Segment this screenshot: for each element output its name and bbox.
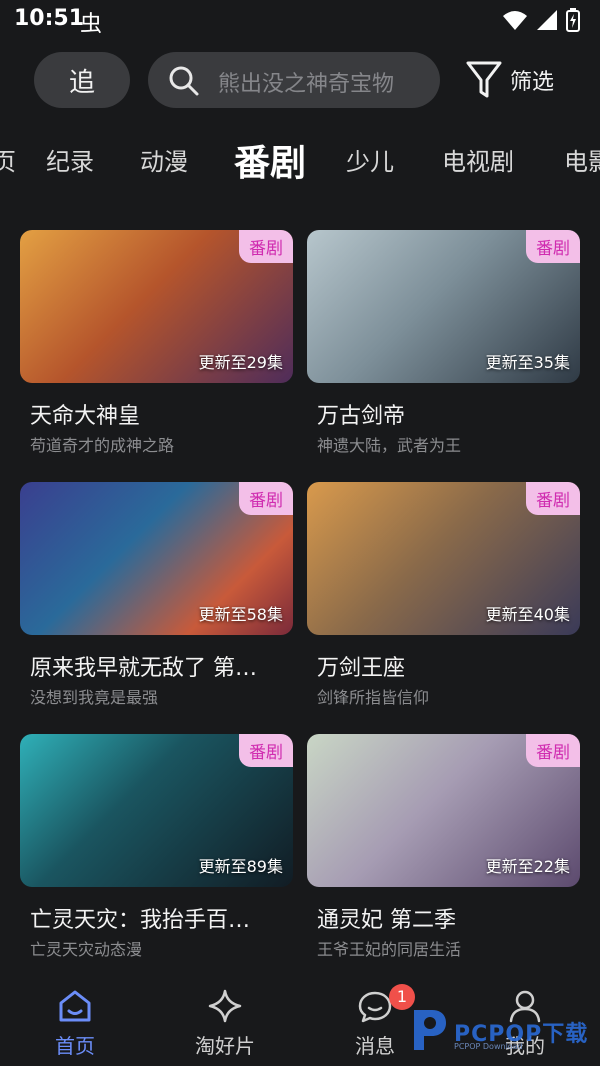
signal-icon — [537, 10, 557, 30]
card-title[interactable]: 万剑王座 — [317, 650, 575, 682]
watermark-subtext: PCPOP Download — [454, 1042, 523, 1051]
home-icon — [59, 990, 91, 1022]
card-subtitle: 剑锋所指皆信仰 — [317, 688, 430, 707]
category-badge: 番剧 — [526, 734, 580, 767]
card-title[interactable]: 通灵妃 第二季 — [317, 902, 575, 934]
tab-tv-series[interactable]: 电视剧 — [442, 142, 514, 177]
tab-anime[interactable]: 动漫 — [140, 142, 188, 177]
follow-button[interactable]: 追 — [34, 52, 130, 108]
tab-kids[interactable]: 少儿 — [346, 142, 394, 177]
chat-icon — [358, 991, 392, 1023]
tab-fanju[interactable]: 番剧 — [234, 134, 306, 186]
status-time: 10:51 — [14, 6, 85, 31]
card-thumbnail[interactable]: 番剧 更新至29集 — [20, 230, 293, 383]
filter-icon — [466, 61, 502, 98]
search-row: 追 熊出没之神奇宝物 筛选 — [0, 52, 600, 110]
pcpop-logo-icon — [414, 1010, 446, 1050]
episode-count: 更新至58集 — [198, 605, 283, 624]
wifi-icon — [503, 11, 527, 30]
card-title[interactable]: 天命大神皇 — [30, 398, 288, 430]
status-bar: 10:51 虫 — [0, 0, 600, 44]
episode-count: 更新至35集 — [485, 353, 570, 372]
episode-count: 更新至40集 — [485, 605, 570, 624]
nav-discover-label: 淘好片 — [195, 1034, 255, 1058]
episode-count: 更新至29集 — [198, 353, 283, 372]
category-badge: 番剧 — [526, 482, 580, 515]
nav-home-label: 首页 — [55, 1034, 95, 1058]
watermark-logo: PCPOP下载 PCPOP Download — [408, 1006, 598, 1056]
card-thumbnail[interactable]: 番剧 更新至35集 — [307, 230, 580, 383]
card-title[interactable]: 万古剑帝 — [317, 398, 575, 430]
sparkle-icon — [208, 989, 242, 1023]
search-icon — [169, 66, 199, 96]
tab-home-partial[interactable]: 页 — [0, 142, 16, 177]
episode-count: 更新至22集 — [485, 857, 570, 876]
card-title[interactable]: 原来我早就无敌了 第… — [30, 650, 288, 682]
card-subtitle: 神遗大陆，武者为王 — [317, 436, 462, 455]
filter-button[interactable]: 筛选 — [466, 58, 554, 102]
card-thumbnail[interactable]: 番剧 更新至40集 — [307, 482, 580, 635]
card-subtitle: 没想到我竟是最强 — [30, 688, 159, 707]
card-thumbnail[interactable]: 番剧 更新至58集 — [20, 482, 293, 635]
search-input[interactable]: 熊出没之神奇宝物 — [148, 52, 440, 108]
category-badge: 番剧 — [239, 230, 293, 263]
card-thumbnail[interactable]: 番剧 更新至22集 — [307, 734, 580, 887]
notification-icon: 虫 — [80, 12, 103, 37]
tab-movies[interactable]: 电影 — [564, 142, 600, 177]
category-tabs: 页 纪录 动漫 番剧 少儿 电视剧 电影 — [0, 130, 600, 194]
category-badge: 番剧 — [239, 482, 293, 515]
search-placeholder: 熊出没之神奇宝物 — [218, 72, 395, 97]
follow-label: 追 — [68, 67, 95, 98]
card-subtitle: 苟道奇才的成神之路 — [30, 436, 175, 455]
episode-count: 更新至89集 — [198, 857, 283, 876]
battery-icon — [566, 8, 580, 32]
filter-label: 筛选 — [510, 70, 555, 95]
category-badge: 番剧 — [526, 230, 580, 263]
card-thumbnail[interactable]: 番剧 更新至89集 — [20, 734, 293, 887]
category-badge: 番剧 — [239, 734, 293, 767]
card-subtitle: 亡灵天灾动态漫 — [30, 940, 143, 959]
card-subtitle: 王爷王妃的同居生活 — [317, 940, 462, 959]
tab-documentary[interactable]: 纪录 — [46, 142, 94, 177]
status-icons — [502, 8, 580, 32]
card-title[interactable]: 亡灵天灾：我抬手百… — [30, 902, 288, 934]
